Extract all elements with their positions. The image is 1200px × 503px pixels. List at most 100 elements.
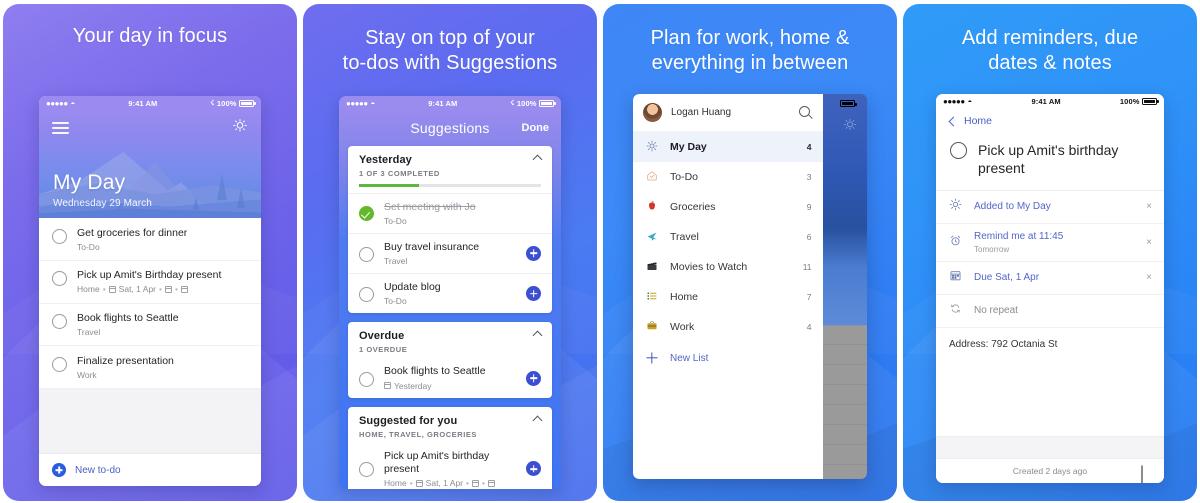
airplane-icon — [645, 230, 659, 245]
list-icon — [645, 290, 659, 305]
add-to-my-day-button[interactable] — [526, 461, 541, 477]
status-battery-group — [840, 100, 857, 107]
suggestion-meta: To-Do — [384, 296, 407, 307]
lightbulb-icon[interactable] — [843, 118, 857, 137]
task-row[interactable]: Finalize presentation Work — [39, 346, 261, 390]
signal-dots-icon: ●●●●● — [46, 98, 68, 108]
sidebar-item-home[interactable]: Home 7 — [633, 282, 823, 312]
suggestion-meta: To-Do — [384, 215, 407, 226]
suggestion-due: Sat, 1 Apr — [425, 478, 464, 488]
separator: • — [482, 478, 485, 488]
new-todo-button[interactable]: New to-do — [39, 453, 261, 486]
suggestion-card-suggested: Suggested for you HOME, TRAVEL, GROCERIE… — [348, 406, 552, 489]
card-header[interactable]: Yesterday 1 OF 3 COMPLETED — [348, 146, 552, 193]
detail-label: Added to My Day — [974, 201, 1051, 213]
task-list-name: Home — [77, 284, 100, 295]
chevron-left-icon — [948, 116, 959, 126]
screenshot-stage: Your day in focus ●●●●● ◓ 9:41 AM ☇ 100% — [0, 0, 1200, 503]
detail-label: Due Sat, 1 Apr — [974, 271, 1040, 283]
task-meta: To-Do — [77, 241, 100, 252]
suggestion-title: Set meeting with Jo — [384, 200, 476, 213]
bluetooth-icon: ☇ — [510, 100, 515, 107]
promo-panel-4: Add reminders, due dates & notes ●●●●● ◓… — [903, 4, 1197, 501]
task-checkbox[interactable] — [950, 142, 967, 159]
status-bar: ●●●●● ◓ 9:41 AM ☇ 100% — [339, 96, 561, 110]
detail-row-added-to-my-day[interactable]: Added to My Day × — [936, 191, 1164, 225]
suggestion-row[interactable]: Update blog To-Do — [348, 273, 552, 313]
add-to-my-day-button[interactable] — [526, 370, 541, 386]
task-title: Get groceries for dinner — [77, 226, 188, 239]
card-header[interactable]: Suggested for you HOME, TRAVEL, GROCERIE… — [348, 407, 552, 443]
account-name: Logan Huang — [671, 107, 732, 118]
remove-icon[interactable]: × — [1146, 272, 1152, 283]
battery-percent: 100% — [516, 98, 537, 108]
task-title: Pick up Amit's Birthday present — [77, 269, 222, 282]
note-text: Address: 792 Octania St — [949, 338, 1058, 350]
new-todo-label: New to-do — [75, 464, 121, 476]
note-icon — [487, 479, 495, 487]
task-checkbox[interactable] — [52, 356, 67, 372]
task-checkbox[interactable] — [52, 228, 67, 244]
sidebar-item-label: My Day — [670, 141, 707, 153]
add-to-my-day-button[interactable] — [526, 286, 541, 302]
remove-icon[interactable]: × — [1146, 237, 1152, 248]
task-checkbox[interactable] — [359, 462, 374, 478]
suggestions-body: Suggestions Done Yesterday 1 OF 3 COMPLE… — [339, 110, 561, 489]
list-empty-space — [39, 389, 261, 453]
suggestion-row[interactable]: Buy travel insurance Travel — [348, 232, 552, 273]
completed-checkbox[interactable] — [359, 205, 374, 221]
search-icon[interactable] — [798, 106, 812, 119]
sidebar-item-movies-to-watch[interactable]: Movies to Watch 11 — [633, 252, 823, 282]
sidebar-item-count: 11 — [802, 262, 812, 272]
signal-dots-icon: ●●●●● — [943, 96, 965, 106]
task-row[interactable]: Get groceries for dinner To-Do — [39, 218, 261, 261]
sidebar-item-travel[interactable]: Travel 6 — [633, 222, 823, 252]
hamburger-menu-icon[interactable] — [52, 119, 69, 137]
suggestion-row[interactable]: Pick up Amit's birthday present Home • S… — [348, 443, 552, 489]
progress-bar — [359, 184, 541, 187]
status-bar: ●●●●● ◓ 9:41 AM 100% — [936, 94, 1164, 108]
task-title-row[interactable]: Pick up Amit's birthday present — [936, 133, 1164, 190]
task-checkbox[interactable] — [52, 271, 67, 287]
detail-row-due-date[interactable]: Due Sat, 1 Apr × — [936, 262, 1164, 295]
task-checkbox[interactable] — [359, 371, 374, 387]
note-empty-space[interactable] — [936, 358, 1164, 436]
sun-icon — [645, 140, 659, 155]
add-to-my-day-button[interactable] — [526, 245, 541, 261]
task-checkbox[interactable] — [359, 287, 374, 303]
remove-icon[interactable]: × — [1146, 202, 1152, 212]
battery-icon — [539, 99, 556, 107]
status-battery-group: ☇ 100% — [210, 99, 256, 108]
card-header[interactable]: Overdue 1 OVERDUE — [348, 322, 552, 358]
detail-spacer — [936, 436, 1164, 458]
sidebar-item-count: 6 — [806, 232, 812, 242]
back-label: Home — [964, 115, 993, 127]
done-button[interactable]: Done — [522, 122, 550, 134]
sidebar-item-my-day[interactable]: My Day 4 — [633, 132, 823, 162]
status-signal: ●●●●● ◓ — [46, 99, 75, 108]
detail-row-repeat[interactable]: No repeat — [936, 295, 1164, 328]
sidebar-item-label: Groceries — [670, 201, 716, 213]
lightbulb-icon[interactable] — [232, 118, 248, 139]
task-title: Pick up Amit's birthday present — [978, 142, 1119, 177]
status-signal: ●●●●● ◓ — [346, 99, 375, 108]
sidebar-item-groceries[interactable]: Groceries 9 — [633, 192, 823, 222]
back-button[interactable]: Home — [936, 108, 1164, 133]
trash-icon[interactable] — [1141, 465, 1151, 483]
my-day-hero: My Day Wednesday 29 March — [39, 110, 261, 218]
sidebar-item-work[interactable]: Work 4 — [633, 312, 823, 342]
task-row[interactable]: Pick up Amit's Birthday present Home • S… — [39, 261, 261, 304]
task-row[interactable]: Book flights to Seattle Travel — [39, 304, 261, 347]
new-list-button[interactable]: New List — [633, 342, 823, 374]
suggestion-row[interactable]: Set meeting with Jo To-Do — [348, 192, 552, 233]
detail-row-reminder[interactable]: Remind me at 11:45 Tomorrow × — [936, 224, 1164, 262]
account-row[interactable]: Logan Huang — [633, 94, 823, 132]
avatar[interactable] — [643, 103, 662, 122]
suggestion-list-name: Home — [384, 478, 407, 488]
suggestion-card-overdue: Overdue 1 OVERDUE Book flights to Seattl… — [348, 322, 552, 398]
task-checkbox[interactable] — [52, 314, 67, 330]
suggestion-row[interactable]: Book flights to Seattle Yesterday — [348, 358, 552, 397]
note-field[interactable]: Address: 792 Octania St — [936, 328, 1164, 359]
task-checkbox[interactable] — [359, 246, 374, 262]
sidebar-item-to-do[interactable]: To-Do 3 — [633, 162, 823, 192]
